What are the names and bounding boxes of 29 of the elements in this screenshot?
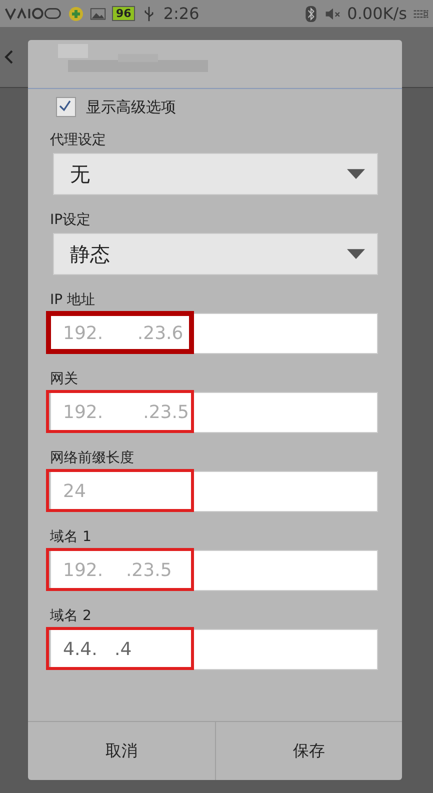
checkbox[interactable]	[56, 97, 76, 117]
field-label: 网络前缀长度	[50, 449, 134, 467]
dropdown[interactable]: 无	[53, 153, 378, 195]
logo-icon	[4, 6, 62, 21]
input-field[interactable]: 4.4. .4	[50, 629, 378, 670]
input-field[interactable]: 192. .23.5	[50, 550, 378, 591]
field-label: 代理设定	[50, 131, 106, 149]
dialog-button[interactable]: 取消	[28, 722, 216, 780]
field-label: 网关	[50, 370, 78, 388]
battery-level: 96	[112, 6, 136, 21]
field-label: 域名 2	[50, 607, 92, 625]
input-field[interactable]: 192. .23.6	[50, 313, 378, 354]
mute-icon	[325, 6, 342, 22]
checkbox-label: 显示高级选项	[86, 98, 176, 116]
network-speed: 0.00K/s	[347, 4, 407, 23]
dropdown[interactable]: 静态	[53, 233, 378, 275]
bluetooth-icon	[303, 6, 320, 22]
image-icon	[90, 6, 106, 22]
field-label: IP设定	[50, 211, 91, 229]
field-label: IP 地址	[50, 291, 96, 309]
caret-icon	[347, 248, 365, 260]
back-icon[interactable]	[4, 49, 14, 65]
clock: 2:26	[163, 4, 200, 23]
dialog-button[interactable]: 保存	[216, 722, 402, 780]
input-field[interactable]: 192. .23.5	[50, 392, 378, 433]
field-label: 域名 1	[50, 528, 92, 546]
caret-icon	[347, 168, 365, 180]
check-icon	[57, 98, 73, 114]
input-field[interactable]: 24	[50, 471, 378, 512]
